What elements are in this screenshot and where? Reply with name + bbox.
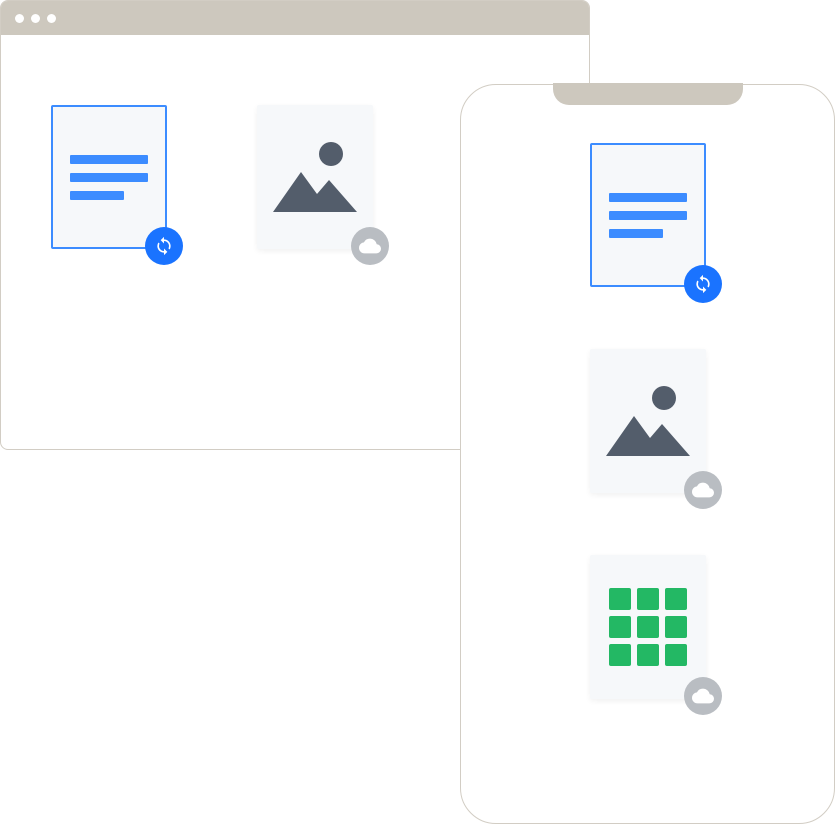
document-lines (70, 155, 148, 200)
image-glyph (606, 386, 690, 456)
image-mountain (606, 416, 690, 456)
image-glyph (273, 142, 357, 212)
image-sun (652, 386, 676, 410)
file-tile-image[interactable] (590, 349, 706, 493)
window-control-dot (47, 14, 56, 23)
file-tile-document[interactable] (51, 105, 167, 249)
file-tile-document[interactable] (590, 143, 706, 287)
image-icon (590, 349, 706, 493)
file-tile-image[interactable] (257, 105, 373, 249)
grid-glyph (609, 588, 687, 666)
browser-titlebar (1, 1, 589, 35)
document-lines (609, 193, 687, 238)
file-tile-spreadsheet[interactable] (590, 555, 706, 699)
mobile-content (461, 85, 834, 699)
image-icon (257, 105, 373, 249)
mobile-device-frame (460, 84, 835, 824)
mobile-notch (553, 83, 743, 105)
image-sun (319, 142, 343, 166)
cloud-icon (351, 227, 389, 265)
sync-icon (684, 265, 722, 303)
sync-icon (145, 227, 183, 265)
window-control-dot (31, 14, 40, 23)
spreadsheet-grid-icon (590, 555, 706, 699)
document-icon (51, 105, 167, 249)
window-control-dot (15, 14, 24, 23)
document-icon (590, 143, 706, 287)
cloud-icon (684, 677, 722, 715)
image-mountain (273, 172, 357, 212)
cloud-icon (684, 471, 722, 509)
